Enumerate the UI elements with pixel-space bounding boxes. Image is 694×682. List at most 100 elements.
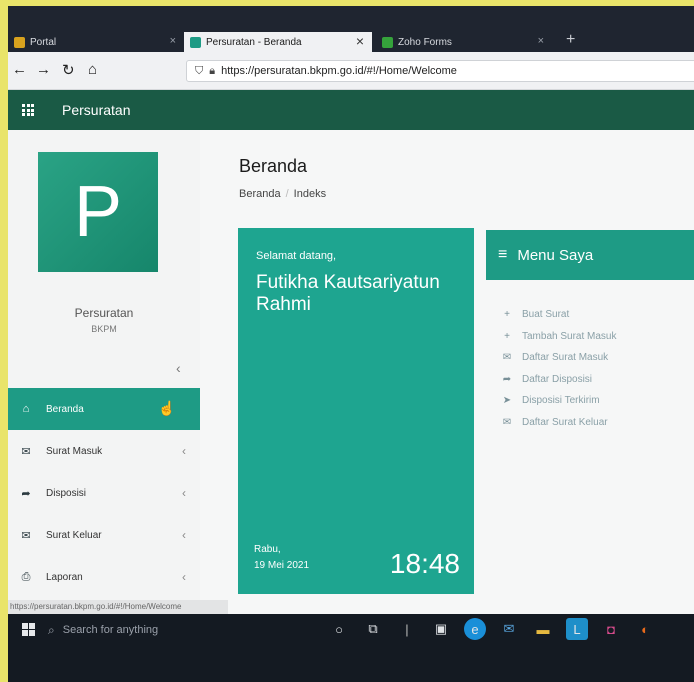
menu-item-tambah-surat-masuk[interactable]: + Tambah Surat Masuk [500,326,617,348]
chevron-left-icon: ‹ [182,444,186,458]
file-explorer-icon[interactable]: ▬ [532,618,554,640]
hamburger-menu-icon: ≡ [498,246,508,263]
windows-start-icon[interactable] [22,623,35,636]
inbox-icon: ✉ [21,445,31,458]
day-name: Rabu, [254,544,281,555]
breadcrumb-current: Indeks [293,188,327,200]
status-url: https://persuratan.bkpm.go.id/#!/Home/We… [8,600,228,614]
plus-icon: + [504,330,510,342]
tab-label: Zoho Forms [398,36,452,48]
tab-persuratan-beranda[interactable]: Persuratan - Beranda × [184,32,372,52]
tab-label: Portal [30,36,57,48]
sidebar-item-label: Surat Keluar [46,529,102,541]
inbox-icon: ✉ [502,352,512,364]
sidebar-item-surat-keluar[interactable]: ✉ Surat Keluar ‹ [8,514,200,556]
menu-item-daftar-surat-keluar[interactable]: ✉ Daftar Surat Keluar [500,412,617,434]
taskbar-apps: ○ ⧉ | ▣ e ✉ ▬ L ◘ ◐ [328,618,668,640]
sidebar-item-label: Laporan [46,571,83,583]
chevron-left-icon: ‹ [182,528,186,542]
back-arrow-icon[interactable]: ← [12,61,27,78]
sidebar-item-surat-masuk[interactable]: ✉ Surat Masuk ‹ [8,430,200,472]
new-tab-icon[interactable]: + [566,31,575,49]
org-subtitle: BKPM [91,324,117,334]
divider: | [405,621,409,637]
address-bar[interactable]: ⛉ 🔒︎ https://persuratan.bkpm.go.id/#!/Ho… [186,60,694,82]
chevron-left-icon: ‹ [182,570,186,584]
sidebar-item-label: Disposisi [46,487,87,499]
breadcrumb: Beranda / Indeks [239,188,327,200]
reload-icon[interactable]: ↻ [62,61,75,79]
url-text: https://persuratan.bkpm.go.id/#!/Home/We… [221,65,457,77]
menu-item-daftar-disposisi[interactable]: ➦ Daftar Disposisi [500,369,617,391]
menu-item-buat-surat[interactable]: + Buat Surat [500,304,617,326]
task-view-icon[interactable]: ⧉ [362,618,384,640]
taskbar: ⌕ Search for anything ○ ⧉ | ▣ e ✉ ▬ L ◘ … [8,614,694,682]
portal-favicon-icon [14,36,25,48]
user-name: Futikha Kautsariyatun Rahmi [256,272,440,315]
app-title: Persuratan [62,102,131,118]
taskbar-search[interactable]: ⌕ Search for anything [48,617,278,643]
app-header: Persuratan [8,90,694,130]
menu-item-label: Daftar Disposisi [522,373,593,385]
menu-item-label: Buat Surat [522,309,570,321]
menu-item-label: Daftar Surat Masuk [522,352,609,364]
store-icon[interactable]: ▣ [430,618,452,640]
app-logo: P [38,152,158,272]
outbox-icon: ✉ [502,416,512,428]
search-placeholder: Search for anything [62,624,159,636]
browser-nav-bar: ← → ↻ ⌂ ⛉ 🔒︎ https://persuratan.bkpm.go.… [8,52,694,90]
sidebar-item-disposisi[interactable]: ➦ Disposisi ‹ [8,472,200,514]
edge-icon[interactable]: e [464,618,486,640]
sidebar-item-label: Beranda [46,403,84,415]
zoho-favicon-icon [382,36,393,48]
my-menu-title: Menu Saya [517,246,594,264]
screen: Portal × Persuratan - Beranda × Zoho For… [8,6,694,682]
office-icon[interactable]: ◐ [634,618,656,640]
home-icon[interactable]: ⌂ [88,61,97,78]
menu-item-label: Daftar Surat Keluar [522,416,608,428]
page-title: Beranda [239,156,308,176]
menu-item-daftar-surat-masuk[interactable]: ✉ Daftar Surat Masuk [500,347,617,369]
sidebar: P Persuratan BKPM ‹ ⌂ Beranda ☝ ✉ Surat … [8,130,200,600]
breadcrumb-home[interactable]: Beranda [239,188,281,200]
browser-tab-bar: Portal × Persuratan - Beranda × Zoho For… [8,6,694,52]
menu-item-disposisi-terkirim[interactable]: ➤ Disposisi Terkirim [500,390,617,412]
search-icon: ⌕ [48,622,55,637]
share-icon: ➦ [21,487,31,500]
close-tab-icon[interactable]: × [356,33,364,49]
menu-item-label: Disposisi Terkirim [522,395,600,407]
shield-icon: ⛉ [195,64,204,77]
print-icon: ⎙ [21,570,31,583]
welcome-tile: Selamat datang, Futikha Kautsariyatun Ra… [238,228,474,594]
persuratan-favicon-icon [190,36,201,48]
my-menu-list: + Buat Surat + Tambah Surat Masuk ✉ Daft… [500,304,617,433]
cortana-icon[interactable]: ○ [328,618,350,640]
app-launcher-icon[interactable] [22,104,34,116]
close-tab-icon[interactable]: × [538,35,544,47]
forward-arrow-icon[interactable]: → [36,61,51,78]
my-menu-header: ≡ Menu Saya [486,230,694,280]
date-text: 19 Mei 2021 [254,560,310,571]
tab-label: Persuratan - Beranda [206,36,302,48]
home-icon: ⌂ [22,403,30,415]
chevron-left-icon: ‹ [182,486,186,500]
lock-icon: 🔒︎ [209,64,216,77]
collapse-sidebar-icon[interactable]: ‹ [176,360,181,376]
hand-cursor-icon: ☝ [158,400,176,416]
sidebar-item-label: Surat Masuk [46,445,103,457]
sidebar-item-beranda[interactable]: ⌂ Beranda ☝ [8,388,200,430]
clock-time: 18:48 [389,548,460,579]
send-icon: ➤ [502,395,512,407]
mail-icon[interactable]: ✉ [498,618,520,640]
sidebar-item-laporan[interactable]: ⎙ Laporan ‹ [8,556,200,598]
close-tab-icon[interactable]: × [170,35,176,47]
share-icon: ➦ [502,373,512,385]
menu-item-label: Tambah Surat Masuk [522,330,617,342]
tab-zoho-forms[interactable]: Zoho Forms × [376,32,552,52]
plus-icon: + [504,309,510,321]
outbox-icon: ✉ [21,529,31,542]
tab-portal[interactable]: Portal × [8,32,184,52]
app-l-icon[interactable]: L [566,618,588,640]
mcafee-icon[interactable]: ◘ [600,618,622,640]
welcome-greeting: Selamat datang, [256,250,337,262]
